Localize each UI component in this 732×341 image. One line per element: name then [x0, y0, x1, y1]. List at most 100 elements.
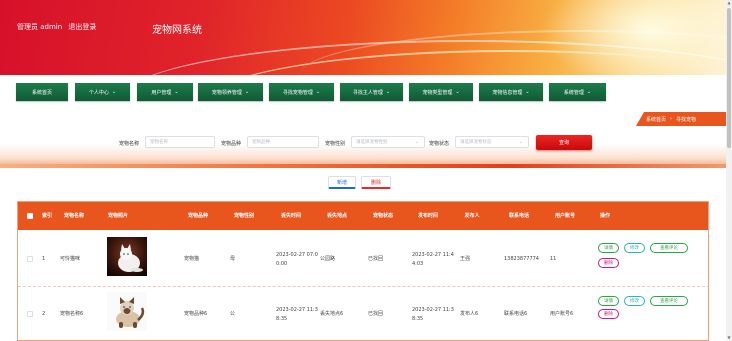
cell-status: 已找回 [368, 256, 384, 262]
edit-label: 修改 [630, 299, 639, 304]
nav-item-label: 宠物领养管理 [211, 89, 242, 96]
detail-label: 详情 [604, 299, 613, 304]
nav-item-find-owner[interactable]: 寻找主人管理 ⌄ [340, 83, 403, 101]
table-row: 1 可怜猫咪 宠物猫 母 2023-02-27 07:00:00 公园路 已找回… [18, 232, 708, 287]
detail-label: 详情 [604, 246, 613, 251]
breadcrumb-home[interactable]: 系统首页 [646, 116, 666, 123]
nav-item-adoption[interactable]: 宠物领养管理 ⌄ [198, 83, 263, 101]
row-delete-button[interactable]: 删除 [598, 258, 619, 268]
row-delete-label: 删除 [604, 261, 613, 266]
delete-button[interactable]: 删除 [361, 176, 391, 189]
pet-gender-label: 宠物性别 [325, 141, 346, 147]
chevron-down-icon: ⌄ [586, 89, 592, 95]
pet-name-placeholder: 宠物名称 [150, 140, 168, 145]
breadcrumb: 系统首页 › 寻找宠物 [636, 112, 726, 126]
pet-status-placeholder: 请选择宠物状态 [460, 140, 492, 145]
add-button[interactable]: 新增 [328, 176, 356, 189]
pet-name-input[interactable]: 宠物名称 [145, 136, 215, 148]
chevron-down-icon: ⌄ [518, 139, 523, 145]
detail-button[interactable]: 详情 [598, 296, 619, 306]
logout-link[interactable]: 退出登录 [68, 23, 96, 31]
th-status: 宠物状态 [372, 212, 393, 219]
user-label: 管理员 admin [17, 23, 63, 31]
chevron-down-icon: ⌄ [525, 89, 530, 95]
select-all-checkbox[interactable] [27, 213, 33, 219]
add-button-label: 新增 [336, 179, 347, 186]
chevron-down-icon: ⌄ [244, 89, 250, 95]
pet-breed-placeholder: 宠物品种 [252, 140, 270, 145]
search-button[interactable]: 查询 [536, 135, 592, 150]
cell-phone: 13823877774 [504, 256, 539, 262]
row-delete-button[interactable]: 删除 [598, 309, 619, 319]
nav-item-pet-info[interactable]: 宠物信息管理 ⌄ [479, 83, 543, 101]
cell-account: 11 [550, 256, 557, 262]
page-scrollbar[interactable]: ▲ ▼ [726, 0, 732, 341]
cell-lost-place: 公园路 [320, 256, 336, 262]
row-checkbox[interactable] [27, 256, 33, 262]
view-comments-button[interactable]: 查看评论 [650, 243, 688, 253]
pet-status-select[interactable]: 请选择宠物状态 ⌄ [455, 136, 529, 148]
header-banner: 管理员 admin 退出登录 宠物网系统 [0, 0, 726, 75]
cell-lost-time: 2023-02-27 11:38:35 [276, 306, 318, 322]
table-row: 2 宠物名称6 宠物品种6 公 2023-02-27 11:38:35 丢失地点… [18, 287, 708, 340]
th-index: 索引 [42, 212, 53, 219]
breadcrumb-current: 寻找宠物 [676, 116, 697, 123]
view-comments-label: 查看评论 [660, 299, 678, 304]
edit-label: 修改 [630, 246, 639, 251]
chevron-down-icon: ⌄ [385, 89, 391, 95]
nav-item-find-pet[interactable]: 寻找宠物管理 ⌄ [269, 83, 334, 101]
nav-item-pet-types[interactable]: 宠物类型管理 ⌄ [409, 83, 473, 101]
chevron-down-icon: ⌄ [315, 89, 321, 95]
cell-phone: 联系电话6 [504, 311, 528, 317]
pet-photo-siamese-kitten [107, 292, 147, 331]
th-breed: 宠物品种 [187, 212, 208, 219]
th-actions: 操作 [599, 212, 610, 219]
search-button-label: 查询 [558, 140, 569, 146]
pet-table: 索引 宠物名称 宠物照片 宠物品种 宠物性别 丢失时间 丢失地点 宠物状态 发布… [17, 201, 709, 341]
nav-item-system[interactable]: 系统管理 ⌄ [549, 83, 606, 101]
th-publish-time: 发布时间 [417, 212, 438, 219]
cell-breed: 宠物猫 [184, 256, 200, 262]
row-checkbox[interactable] [27, 311, 33, 317]
cell-index: 2 [42, 311, 46, 317]
cell-lost-time: 2023-02-27 07:00:00 [276, 251, 318, 267]
cell-breed: 宠物品种6 [184, 311, 208, 317]
nav-item-label: 系统管理 [563, 89, 584, 96]
search-divider [0, 164, 726, 168]
cell-publish-time: 2023-02-27 11:44:03 [412, 251, 454, 267]
pet-breed-label: 宠物品种 [221, 141, 242, 147]
cell-gender: 公 [230, 311, 236, 317]
scroll-up-arrow-icon[interactable]: ▲ [726, 0, 732, 6]
cell-name: 可怜猫咪 [60, 256, 81, 262]
detail-button[interactable]: 详情 [598, 243, 619, 253]
cell-publisher: 发布人6 [460, 311, 479, 317]
pet-gender-select[interactable]: 请选择宠物性别 ⌄ [351, 136, 425, 148]
nav-item-label: 寻找主人管理 [352, 89, 383, 96]
view-comments-button[interactable]: 查看评论 [650, 296, 688, 306]
pet-name-label: 宠物名称 [119, 141, 140, 147]
site-title: 宠物网系统 [152, 25, 202, 36]
edit-button[interactable]: 修改 [624, 243, 645, 253]
page: 管理员 admin 退出登录 宠物网系统 系统首页 个人中心 ⌄ 用户管理 ⌄ 宠物… [0, 0, 732, 341]
nav-item-profile[interactable]: 个人中心 ⌄ [75, 83, 130, 101]
nav-item-home[interactable]: 系统首页 [16, 83, 68, 101]
nav-item-label: 用户管理 [151, 89, 172, 96]
pet-gender-placeholder: 请选择宠物性别 [356, 140, 388, 145]
cell-account: 用户账号6 [550, 311, 574, 317]
th-name: 宠物名称 [63, 212, 84, 219]
table-header: 索引 宠物名称 宠物照片 宠物品种 宠物性别 丢失时间 丢失地点 宠物状态 发布… [18, 202, 708, 230]
scroll-down-arrow-icon[interactable]: ▼ [726, 335, 732, 341]
th-lost-place: 丢失地点 [326, 212, 347, 219]
nav-item-label: 寻找宠物管理 [282, 89, 313, 96]
view-comments-label: 查看评论 [660, 246, 678, 251]
breadcrumb-separator: › [670, 116, 673, 122]
edit-button[interactable]: 修改 [624, 296, 645, 306]
pet-breed-input[interactable]: 宠物品种 [247, 136, 319, 148]
th-publisher: 发布人 [464, 212, 480, 219]
nav-item-users[interactable]: 用户管理 ⌄ [137, 83, 193, 101]
delete-button-label: 删除 [370, 179, 381, 186]
scrollbar-thumb[interactable] [727, 8, 731, 148]
search-section [0, 128, 726, 168]
th-gender: 宠物性别 [233, 212, 254, 219]
chevron-down-icon: ⌄ [111, 89, 117, 95]
